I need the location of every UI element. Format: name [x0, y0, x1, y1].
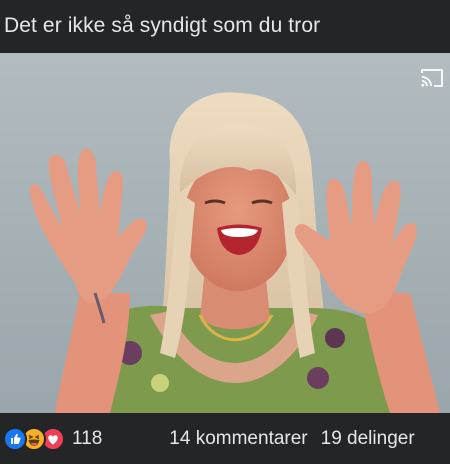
video-frame	[0, 53, 450, 413]
comments-count-link[interactable]: 14 kommentarer	[169, 428, 307, 450]
post-title: Det er ikke så syndigt som du tror	[4, 14, 321, 37]
shares-count-link[interactable]: 19 delinger	[321, 428, 415, 450]
reactions-summary[interactable]: 118	[3, 427, 102, 451]
video-player[interactable]	[0, 53, 450, 413]
post-engagement-bar: 118 14 kommentarer 19 delinger	[0, 414, 450, 464]
reaction-count: 118	[72, 428, 103, 449]
cast-icon[interactable]	[420, 67, 444, 89]
facebook-video-post: Det er ikke så syndigt som du tror 118 1…	[0, 0, 450, 464]
like-icon	[3, 427, 27, 451]
post-header: Det er ikke så syndigt som du tror	[0, 0, 450, 52]
